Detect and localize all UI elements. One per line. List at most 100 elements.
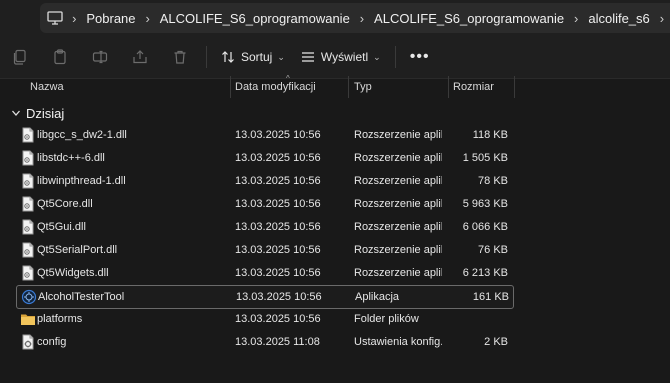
column-name[interactable]: Nazwa	[26, 76, 64, 98]
column-type[interactable]: Typ	[350, 76, 372, 98]
file-name: config	[37, 336, 67, 348]
chevron-right-icon: ›	[359, 10, 365, 26]
group-label: Dzisiaj	[26, 105, 65, 121]
file-row[interactable]: libgcc_s_dw2-1.dll 13.03.2025 10:56 Rozs…	[16, 124, 512, 146]
column-date[interactable]: Data modyfikacji	[231, 76, 316, 98]
dll-file-icon	[22, 242, 34, 258]
file-date: 13.03.2025 10:56	[235, 313, 321, 325]
file-name: AlcoholTesterTool	[38, 291, 125, 303]
file-type: Rozszerzenie aplik...	[354, 152, 442, 164]
file-type: Rozszerzenie aplik...	[354, 244, 442, 256]
view-button[interactable]: Wyświetl ⌄	[293, 41, 389, 73]
address-bar-area: › Pobrane › ALCOLIFE_S6_oprogramowanie ›…	[0, 0, 670, 36]
file-row[interactable]: Qt5Gui.dll 13.03.2025 10:56 Rozszerzenie…	[16, 216, 512, 238]
file-name: Qt5Widgets.dll	[37, 267, 109, 279]
copy-button[interactable]	[0, 41, 40, 73]
file-date: 13.03.2025 10:56	[235, 152, 321, 164]
file-row-selected[interactable]: AlcoholTesterTool 13.03.2025 10:56 Aplik…	[16, 285, 514, 309]
rename-icon	[92, 50, 108, 64]
sort-icon	[222, 51, 234, 63]
file-name: platforms	[37, 313, 83, 325]
app-icon	[21, 289, 37, 305]
chevron-right-icon[interactable]: ›	[654, 11, 670, 26]
address-bar[interactable]: › Pobrane › ALCOLIFE_S6_oprogramowanie ›…	[40, 3, 670, 33]
file-size	[436, 308, 508, 330]
file-row[interactable]: config 13.03.2025 11:08 Ustawienia konfi…	[16, 331, 512, 353]
sort-label: Sortuj	[241, 50, 273, 64]
dll-file-icon	[22, 127, 34, 143]
dll-file-icon	[22, 173, 34, 189]
column-divider[interactable]	[348, 76, 349, 98]
column-size[interactable]: Rozmiar	[449, 76, 494, 98]
dll-file-icon	[22, 150, 34, 166]
dll-file-icon	[22, 265, 34, 281]
file-row[interactable]: libwinpthread-1.dll 13.03.2025 10:56 Roz…	[16, 170, 512, 192]
file-type: Folder plików	[354, 313, 419, 325]
file-type: Rozszerzenie aplik...	[354, 198, 442, 210]
chevron-right-icon: ›	[145, 10, 150, 26]
more-options-button[interactable]: •••	[402, 41, 438, 73]
chevron-down-icon	[12, 110, 20, 116]
chevron-down-icon: ⌄	[277, 51, 285, 62]
breadcrumb-item[interactable]: Pobrane	[82, 11, 139, 26]
delete-button[interactable]	[160, 41, 200, 73]
breadcrumb-item[interactable]: alcolife_s6	[584, 11, 653, 26]
file-type: Rozszerzenie aplik...	[354, 129, 442, 141]
computer-icon[interactable]	[44, 3, 66, 33]
file-type: Ustawienia konfig...	[354, 336, 442, 348]
sort-button[interactable]: Sortuj ⌄	[213, 41, 293, 73]
file-size: 6 213 KB	[462, 267, 508, 279]
file-name: libstdc++-6.dll	[37, 152, 105, 164]
file-size: 2 KB	[484, 336, 508, 348]
view-label: Wyświetl	[320, 50, 369, 64]
paste-icon	[54, 49, 66, 65]
file-type: Aplikacja	[355, 291, 400, 303]
file-size: 78 KB	[478, 175, 508, 187]
file-date: 13.03.2025 10:56	[235, 267, 321, 279]
toolbar-divider	[394, 46, 396, 68]
trash-icon	[174, 50, 186, 64]
toolbar-divider	[206, 46, 207, 68]
share-icon	[133, 50, 147, 64]
chevron-down-icon: ⌄	[373, 51, 381, 62]
file-date: 13.03.2025 10:56	[235, 221, 321, 233]
file-row[interactable]: libstdc++-6.dll 13.03.2025 10:56 Rozszer…	[16, 147, 512, 169]
column-divider[interactable]	[514, 76, 515, 98]
file-size: 5 963 KB	[462, 198, 508, 210]
file-date: 13.03.2025 11:08	[235, 336, 320, 348]
file-row[interactable]: Qt5Core.dll 13.03.2025 10:56 Rozszerzeni…	[16, 193, 512, 215]
chevron-right-icon: ›	[574, 10, 579, 26]
command-bar: Sortuj ⌄ Wyświetl ⌄ •••	[0, 36, 670, 79]
paste-button[interactable]	[40, 41, 80, 73]
file-name: Qt5Core.dll	[37, 198, 93, 210]
group-header-today[interactable]: Dzisiaj	[10, 104, 64, 122]
file-row[interactable]: Qt5SerialPort.dll 13.03.2025 10:56 Rozsz…	[16, 239, 512, 261]
breadcrumb-item[interactable]: ALCOLIFE_S6_oprogramowanie	[156, 11, 354, 26]
column-header: Nazwa ^ Data modyfikacji Typ Rozmiar	[0, 74, 670, 98]
config-file-icon	[22, 334, 34, 350]
rename-button[interactable]	[80, 41, 120, 73]
file-size: 161 KB	[472, 291, 509, 303]
file-name: libwinpthread-1.dll	[37, 175, 126, 187]
share-button[interactable]	[120, 41, 160, 73]
file-name: Qt5SerialPort.dll	[37, 244, 118, 256]
file-row[interactable]: Qt5Widgets.dll 13.03.2025 10:56 Rozszerz…	[16, 262, 512, 284]
file-size: 118 KB	[472, 129, 508, 141]
file-row[interactable]: platforms 13.03.2025 10:56 Folder plików	[16, 308, 512, 330]
file-size: 6 066 KB	[462, 221, 508, 233]
chevron-right-icon: ›	[72, 10, 77, 26]
breadcrumb-item[interactable]: ALCOLIFE_S6_oprogramowanie	[370, 11, 568, 26]
file-date: 13.03.2025 10:56	[235, 129, 321, 141]
view-icon	[301, 52, 314, 62]
file-date: 13.03.2025 10:56	[236, 291, 322, 303]
file-type: Rozszerzenie aplik...	[354, 221, 442, 233]
dll-file-icon	[22, 219, 34, 235]
file-date: 13.03.2025 10:56	[235, 244, 321, 256]
folder-icon	[21, 314, 35, 325]
file-date: 13.03.2025 10:56	[235, 175, 321, 187]
file-name: Qt5Gui.dll	[37, 221, 86, 233]
file-type: Rozszerzenie aplik...	[354, 267, 442, 279]
file-type: Rozszerzenie aplik...	[354, 175, 442, 187]
file-date: 13.03.2025 10:56	[235, 198, 321, 210]
dll-file-icon	[22, 196, 34, 212]
